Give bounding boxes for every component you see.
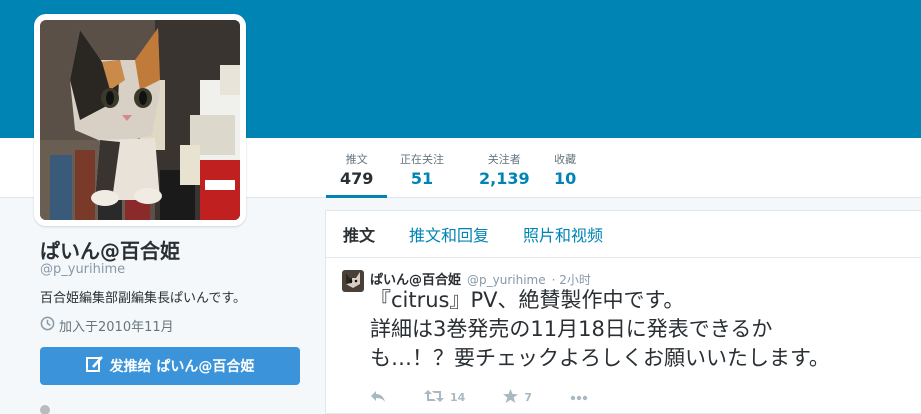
reply-button[interactable]	[370, 389, 386, 406]
tab-tweets-replies[interactable]: 推文和回复	[392, 222, 506, 246]
stat-label: 正在关注	[400, 153, 444, 166]
tweet-actions: 14 7	[370, 389, 626, 406]
tweet-to-label: 发推给 ぱいん@百合姫	[109, 359, 255, 375]
stat-tweets[interactable]: 推文 479	[325, 151, 388, 198]
joined-date: 加入于2010年11月	[40, 316, 174, 335]
compose-icon	[85, 355, 104, 377]
tweet-item[interactable]: ぱいん@百合姫 @p_yurihime · 2小时 『citrus』PV、絶賛製…	[326, 258, 921, 414]
stat-favorites[interactable]: 收藏 10	[554, 151, 576, 188]
stat-value: 10	[554, 169, 577, 188]
joined-text: 加入于2010年11月	[59, 320, 174, 335]
stat-value: 51	[410, 169, 434, 188]
cat-photo-image	[40, 20, 240, 220]
avatar[interactable]	[40, 20, 240, 220]
more-button[interactable]	[570, 391, 588, 404]
timeline: 推文 推文和回复 照片和视频 ぱいん@百合姫 @p_yurihime · 2小时…	[325, 210, 921, 414]
stat-followers[interactable]: 关注者 2,139	[479, 151, 530, 188]
profile-handle[interactable]: @p_yurihime	[40, 262, 125, 277]
profile-bio: 百合姫編集部副編集長ぱいんです。	[40, 291, 247, 306]
star-icon	[503, 389, 519, 406]
stat-label: 收藏	[554, 153, 577, 166]
stat-following[interactable]: 正在关注 51	[400, 151, 444, 188]
tweet-avatar[interactable]	[342, 270, 364, 292]
tweet-to-button[interactable]: 发推给 ぱいん@百合姫	[40, 347, 300, 385]
profile-avatar-frame[interactable]	[34, 14, 246, 226]
stat-label: 关注者	[487, 153, 521, 166]
favorite-count: 7	[524, 391, 532, 404]
tab-photos-videos[interactable]: 照片和视频	[506, 222, 620, 246]
retweet-button[interactable]: 14	[424, 389, 465, 406]
location-icon	[40, 405, 50, 414]
reply-icon	[370, 389, 386, 406]
retweet-count: 14	[450, 391, 466, 404]
tweet-handle[interactable]: @p_yurihime	[467, 273, 546, 287]
stat-value: 2,139	[479, 169, 530, 188]
timeline-tabs: 推文 推文和回复 照片和视频	[326, 211, 921, 258]
more-icon	[570, 391, 588, 404]
clock-icon	[40, 316, 55, 335]
favorite-button[interactable]: 7	[503, 389, 532, 406]
tweet-text: 『citrus』PV、絶賛製作中です。 詳細は3巻発売の11月18日に発表できる…	[370, 288, 830, 370]
retweet-icon	[424, 389, 444, 406]
profile-name[interactable]: ぱいん@百合姫	[40, 235, 180, 264]
stat-value: 479	[340, 169, 374, 188]
tab-tweets[interactable]: 推文	[326, 222, 392, 246]
stat-label: 推文	[345, 153, 368, 166]
